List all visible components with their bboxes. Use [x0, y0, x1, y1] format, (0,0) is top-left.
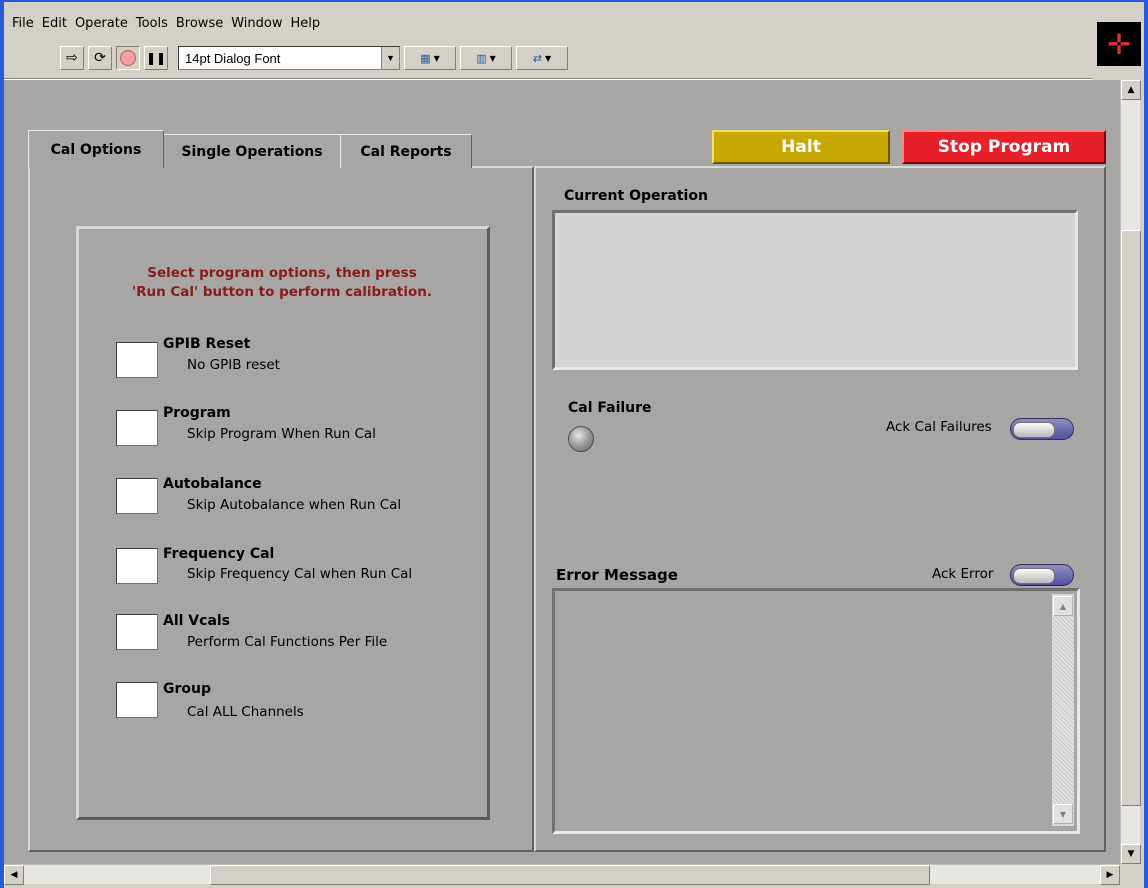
- menu-edit[interactable]: Edit: [38, 16, 71, 36]
- scroll-down-icon[interactable]: ▼: [1121, 844, 1141, 864]
- frequency-cal-title: Frequency Cal: [163, 546, 275, 562]
- menu-browse[interactable]: Browse: [172, 16, 227, 36]
- instruction-line-1: Select program options, then press: [147, 265, 417, 281]
- toolbar: ⇨ ⟳ ❚❚ 14pt Dialog Font ▼ ▦ ▼ ▥ ▼ ⇄ ▼: [60, 44, 568, 72]
- cal-failure-label: Cal Failure: [568, 400, 652, 416]
- vertical-scroll-thumb[interactable]: [1121, 230, 1141, 806]
- options-group: [76, 226, 490, 820]
- run-continuous-icon[interactable]: ⟳: [88, 46, 112, 70]
- vertical-scrollbar[interactable]: ▲ ▼: [1120, 80, 1141, 864]
- group-checkbox[interactable]: [116, 682, 158, 718]
- ack-cal-failures-toggle[interactable]: [1010, 418, 1074, 440]
- all-vcals-title: All Vcals: [163, 613, 231, 629]
- error-message-display: [552, 588, 1080, 834]
- gpib-reset-title: GPIB Reset: [163, 336, 251, 352]
- tab-single-operations[interactable]: Single Operations: [162, 134, 342, 168]
- current-operation-display: [552, 210, 1078, 370]
- resize-grip-icon[interactable]: [1120, 864, 1140, 884]
- horizontal-scrollbar[interactable]: ◀ ▶: [4, 864, 1120, 885]
- distribute-icon[interactable]: ▥ ▼: [460, 46, 512, 70]
- stop-program-button[interactable]: Stop Program: [902, 130, 1106, 164]
- all-vcals-desc: Perform Cal Functions Per File: [187, 634, 388, 650]
- gpib-reset-desc: No GPIB reset: [187, 357, 280, 373]
- frequency-cal-checkbox[interactable]: [116, 548, 158, 584]
- scroll-right-icon[interactable]: ▶: [1100, 865, 1120, 885]
- group-title: Group: [163, 681, 212, 697]
- program-title: Program: [163, 405, 231, 421]
- font-select-value: 14pt Dialog Font: [185, 50, 281, 66]
- align-icon[interactable]: ▦ ▼: [404, 46, 456, 70]
- error-message-scrollbar[interactable]: ▲ ▼: [1052, 594, 1074, 826]
- scroll-left-icon[interactable]: ◀: [4, 865, 24, 885]
- app-logo-icon: ✛: [1097, 22, 1141, 66]
- ack-error-label: Ack Error: [932, 566, 994, 582]
- program-checkbox[interactable]: [116, 410, 158, 446]
- ack-error-toggle[interactable]: [1010, 564, 1074, 586]
- abort-icon[interactable]: [116, 46, 140, 70]
- menu-file[interactable]: File: [8, 16, 38, 36]
- gpib-reset-checkbox[interactable]: [116, 342, 158, 378]
- frequency-cal-desc: Skip Frequency Cal when Run Cal: [187, 566, 413, 582]
- menu-tools[interactable]: Tools: [132, 16, 172, 36]
- menu-operate[interactable]: Operate: [71, 16, 132, 36]
- autobalance-title: Autobalance: [163, 476, 262, 492]
- chevron-down-icon: ▼: [381, 47, 399, 69]
- instruction-text: Select program options, then press 'Run …: [80, 264, 484, 302]
- pause-icon[interactable]: ❚❚: [144, 46, 168, 70]
- cal-failure-led: [568, 426, 594, 452]
- font-select[interactable]: 14pt Dialog Font ▼: [178, 46, 400, 70]
- menu-bar: File Edit Operate Tools Browse Window He…: [8, 16, 324, 36]
- run-arrow-icon[interactable]: ⇨: [60, 46, 84, 70]
- error-message-label: Error Message: [556, 566, 678, 584]
- tab-cal-options[interactable]: Cal Options: [28, 130, 164, 168]
- ack-cal-failures-label: Ack Cal Failures: [886, 419, 992, 435]
- program-desc: Skip Program When Run Cal: [187, 426, 376, 442]
- tab-cal-reports[interactable]: Cal Reports: [340, 134, 472, 168]
- halt-button[interactable]: Halt: [712, 130, 890, 164]
- scroll-up-icon[interactable]: ▲: [1121, 80, 1141, 100]
- horizontal-scroll-thumb[interactable]: [210, 865, 930, 885]
- current-operation-label: Current Operation: [564, 188, 708, 204]
- menu-window[interactable]: Window: [227, 16, 286, 36]
- error-scroll-up-icon[interactable]: ▲: [1053, 596, 1073, 616]
- menu-help[interactable]: Help: [286, 16, 324, 36]
- all-vcals-checkbox[interactable]: [116, 614, 158, 650]
- autobalance-checkbox[interactable]: [116, 478, 158, 514]
- instruction-line-2: 'Run Cal' button to perform calibration.: [131, 284, 433, 300]
- group-desc: Cal ALL Channels: [187, 704, 304, 720]
- error-scroll-down-icon[interactable]: ▼: [1053, 804, 1073, 824]
- reorder-icon[interactable]: ⇄ ▼: [516, 46, 568, 70]
- autobalance-desc: Skip Autobalance when Run Cal: [187, 497, 402, 513]
